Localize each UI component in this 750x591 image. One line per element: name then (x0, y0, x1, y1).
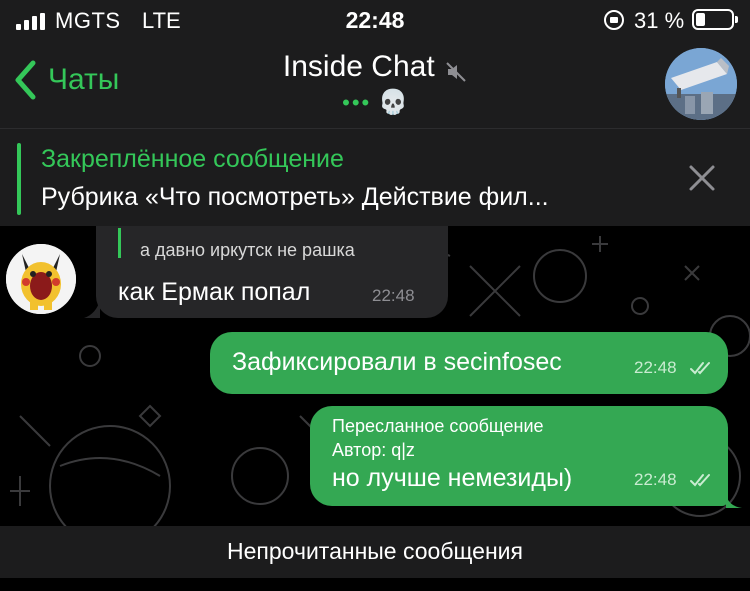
message-time: 22:48 (634, 470, 677, 489)
muted-icon (446, 62, 466, 82)
pinned-title: Закреплённое сообщение (41, 145, 344, 173)
battery-icon (692, 9, 738, 30)
close-icon[interactable] (684, 160, 720, 196)
sender-avatar[interactable] (6, 244, 76, 314)
orientation-lock-icon (604, 10, 624, 30)
message-time: 22:48 (372, 286, 415, 305)
bubble-tail (84, 300, 100, 318)
pikachu-image (6, 244, 76, 314)
pinned-accent-bar (17, 143, 21, 215)
chat-subtitle: ••• 💀 (0, 88, 750, 117)
status-emoji: 💀 (377, 89, 408, 116)
chat-avatar[interactable] (665, 48, 737, 120)
double-check-icon (690, 474, 710, 487)
forwarded-message[interactable]: Пересланное сообщение Автор: q|z но лучш… (310, 406, 728, 506)
forward-label: Пересланное сообщение (332, 416, 544, 436)
bubble-tail (726, 494, 742, 508)
forward-author: Автор: q|z (332, 440, 415, 460)
typing-indicator: ••• (342, 90, 372, 115)
message-text: Зафиксировали в secinfosec (232, 348, 562, 376)
outgoing-message[interactable]: Зафиксировали в secinfosec 22:48 (210, 332, 728, 394)
message-text: но лучше немезиды) (332, 464, 573, 492)
battery-percent: 31 % (634, 8, 685, 33)
incoming-message[interactable]: а давно иркутск не рашка как Ермак попал… (84, 226, 448, 318)
message-list[interactable]: а давно иркутск не рашка как Ермак попал… (0, 226, 750, 526)
message-time: 22:48 (634, 358, 677, 377)
bottom-strip (0, 578, 750, 591)
unread-messages-divider: Непрочитанные сообщения (0, 526, 750, 578)
chat-title-area[interactable]: Inside Chat (0, 50, 750, 84)
chat-header: Чаты Inside Chat ••• 💀 (0, 40, 750, 128)
status-bar: MGTS LTE 22:48 31 % (0, 0, 750, 40)
chat-title: Inside Chat (282, 50, 435, 83)
pinned-text: Рубрика «Что посмотреть» Действие фил... (41, 183, 549, 211)
message-text: как Ермак попал (118, 278, 311, 306)
unread-label: Непрочитанные сообщения (227, 538, 523, 564)
cctv-camera-image (665, 48, 737, 120)
reply-accent-bar (118, 228, 121, 258)
pinned-message-bar[interactable]: Закреплённое сообщение Рубрика «Что посм… (0, 128, 750, 226)
double-check-icon (690, 362, 710, 375)
forward-header[interactable]: Пересланное сообщение Автор: q|z (332, 414, 544, 462)
reply-preview-text[interactable]: а давно иркутск не рашка (140, 240, 355, 261)
